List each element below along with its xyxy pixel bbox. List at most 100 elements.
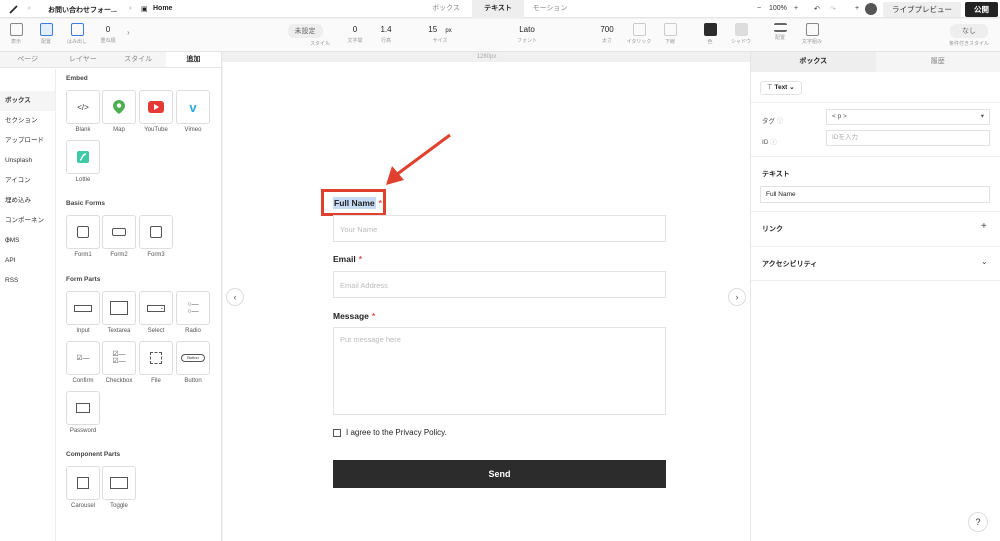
- id-input[interactable]: IDを入力: [826, 130, 990, 146]
- message-label[interactable]: Message *: [333, 311, 375, 321]
- undo-icon[interactable]: ↶: [814, 5, 820, 13]
- category-icon[interactable]: アイコン: [0, 171, 55, 191]
- tab-add[interactable]: 追加: [165, 52, 221, 67]
- underline-control[interactable]: 下線: [658, 19, 682, 45]
- redo-icon[interactable]: ↷: [830, 5, 836, 13]
- category-embed[interactable]: 埋め込み: [0, 191, 55, 211]
- tag-select[interactable]: < p > ▾: [826, 109, 990, 125]
- italic-icon: [632, 23, 646, 36]
- tab-page[interactable]: ページ: [0, 52, 56, 67]
- category-api[interactable]: API: [0, 251, 55, 271]
- text-align-control[interactable]: 配置: [770, 19, 790, 41]
- letter-spacing-label: 文字間: [347, 38, 363, 44]
- required-mark: *: [358, 254, 362, 264]
- tile-blank[interactable]: </>: [66, 90, 100, 124]
- tile-vimeo[interactable]: v: [176, 90, 210, 124]
- section-title-basic-forms: Basic Forms: [66, 200, 106, 207]
- tag-label: タグ ⓘ: [762, 118, 784, 125]
- tile-select[interactable]: ⌄: [139, 291, 173, 325]
- link-section-title[interactable]: リンク: [762, 224, 783, 234]
- tile-youtube[interactable]: [139, 90, 173, 124]
- tile-lottie[interactable]: [66, 140, 100, 174]
- tile-textarea[interactable]: [102, 291, 136, 325]
- message-textarea[interactable]: Put message here: [333, 327, 666, 415]
- email-label[interactable]: Email *: [333, 254, 362, 264]
- category-box[interactable]: ボックス: [0, 91, 55, 111]
- align-center-icon: [773, 23, 787, 32]
- font-size-control[interactable]: 15 px サイズ: [418, 19, 462, 44]
- overflow-label: はみ出し: [66, 39, 87, 45]
- send-button[interactable]: Send: [333, 460, 666, 488]
- conditional-style-value: なし: [950, 24, 988, 38]
- text-color-control[interactable]: 色: [700, 19, 720, 45]
- tab-history[interactable]: 履歴: [875, 52, 1000, 72]
- layout-control[interactable]: 配置: [36, 19, 56, 45]
- style-control[interactable]: 未設定 スタイル: [280, 19, 330, 47]
- shadow-control[interactable]: シャドウ: [728, 19, 754, 45]
- email-input[interactable]: Email Address: [333, 271, 666, 298]
- category-unsplash[interactable]: Unsplash: [0, 151, 55, 171]
- zoom-level[interactable]: 100%: [769, 5, 787, 12]
- code-icon: </>: [77, 102, 89, 112]
- zoom-in-icon[interactable]: +: [794, 5, 798, 12]
- tile-form2[interactable]: [102, 215, 136, 249]
- privacy-checkbox[interactable]: [333, 429, 341, 437]
- accessibility-section-title[interactable]: アクセシビリティ: [762, 259, 817, 269]
- form-icon: [77, 226, 89, 238]
- font-family-control[interactable]: Lato フォント: [500, 19, 554, 44]
- category-cms[interactable]: CMS: [0, 231, 55, 251]
- tile-confirm[interactable]: ☑—: [66, 341, 100, 375]
- tab-box-settings[interactable]: ボックス: [751, 52, 876, 72]
- tile-button[interactable]: Button: [176, 341, 210, 375]
- font-weight-control[interactable]: 700 太さ: [594, 19, 620, 44]
- canvas-next-button[interactable]: ›: [728, 288, 746, 306]
- tile-form1[interactable]: [66, 215, 100, 249]
- tile-password[interactable]: [66, 391, 100, 425]
- info-icon: ⓘ: [770, 139, 777, 146]
- tile-form3[interactable]: [139, 215, 173, 249]
- breadcrumb-project[interactable]: お問い合わせフォー...: [48, 5, 117, 15]
- pencil-icon[interactable]: [8, 3, 20, 15]
- display-control[interactable]: 表示: [6, 19, 26, 45]
- category-upload[interactable]: アップロード: [0, 131, 55, 151]
- chevron-down-icon[interactable]: ⌄: [981, 257, 988, 266]
- tile-file[interactable]: [139, 341, 173, 375]
- add-link-icon[interactable]: +: [981, 221, 987, 232]
- textarea-icon: [110, 301, 128, 315]
- tile-radio[interactable]: ○— ○—: [176, 291, 210, 325]
- conditional-style-control[interactable]: なし 条件付きスタイル: [942, 19, 996, 47]
- tile-toggle[interactable]: [102, 466, 136, 500]
- tile-carousel[interactable]: [66, 466, 100, 500]
- tab-style[interactable]: スタイル: [110, 52, 166, 67]
- zoom-out-icon[interactable]: −: [757, 5, 761, 12]
- publish-button[interactable]: 公開: [965, 2, 998, 17]
- message-label-text: Message: [333, 311, 369, 321]
- canvas-prev-button[interactable]: ‹: [226, 288, 244, 306]
- add-collaborator-icon[interactable]: +: [855, 5, 859, 12]
- category-section[interactable]: セクション: [0, 111, 55, 131]
- tab-box[interactable]: ボックス: [420, 0, 472, 18]
- text-wrap-control[interactable]: 文字組み: [798, 19, 826, 45]
- category-component[interactable]: コンポーネント: [0, 211, 55, 244]
- line-height-control[interactable]: 1.4 行高: [372, 19, 400, 44]
- full-name-input[interactable]: Your Name: [333, 215, 666, 242]
- tab-motion[interactable]: モーション: [524, 0, 576, 18]
- tile-checkbox[interactable]: ☑— ☑—: [102, 341, 136, 375]
- chevron-right-icon[interactable]: ›: [127, 28, 130, 37]
- avatar[interactable]: [865, 3, 877, 15]
- tab-text[interactable]: テキスト: [472, 0, 524, 18]
- text-content-input[interactable]: Full Name: [760, 186, 990, 203]
- help-button[interactable]: ?: [968, 512, 988, 532]
- italic-control[interactable]: イタリック: [624, 19, 654, 45]
- overflow-control[interactable]: はみ出し: [64, 19, 90, 45]
- tile-input[interactable]: [66, 291, 100, 325]
- element-type-dropdown[interactable]: ⊤ Text ⌄: [760, 81, 802, 95]
- breadcrumb-page[interactable]: Home: [153, 5, 172, 12]
- tile-map[interactable]: [102, 90, 136, 124]
- live-preview-button[interactable]: ライブプレビュー: [883, 2, 961, 17]
- chevron-left-icon: ‹: [28, 5, 31, 12]
- letter-spacing-control[interactable]: 0 文字間: [340, 19, 370, 44]
- category-rss[interactable]: RSS: [0, 271, 55, 291]
- order-control[interactable]: 0 重ね順: [96, 19, 120, 44]
- tab-layer[interactable]: レイヤー: [55, 52, 111, 67]
